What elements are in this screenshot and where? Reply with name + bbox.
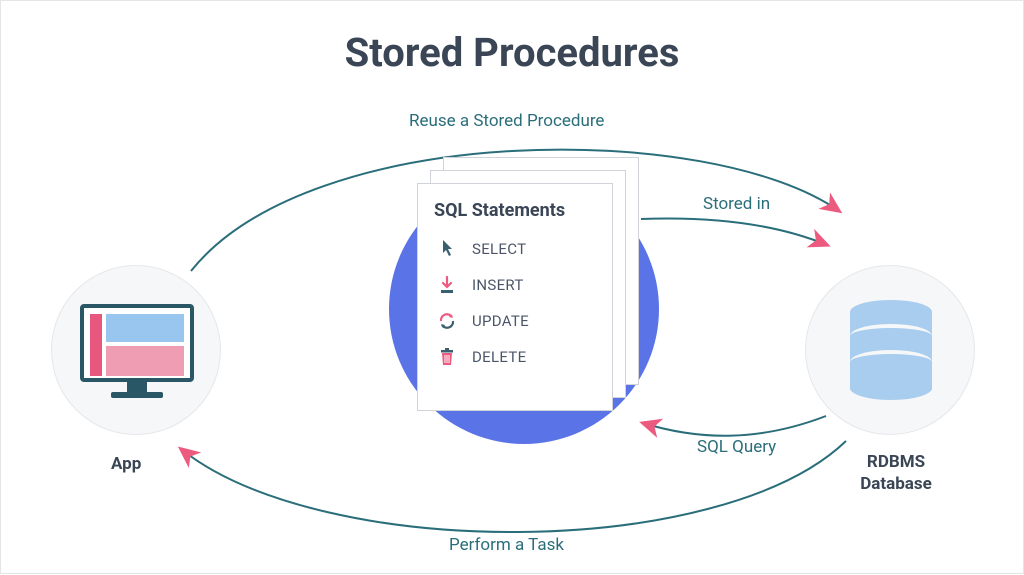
stmt-update: UPDATE [434,303,596,339]
sql-card: SQL Statements SELECT INSERT UPDATE [417,183,613,411]
label-perform-task: Perform a Task [449,535,564,555]
download-icon [436,275,458,295]
stmt-label: UPDATE [472,312,529,330]
app-node [51,265,221,435]
pointer-icon [436,239,458,259]
stmt-insert: INSERT [434,267,596,303]
sql-card-title: SQL Statements [418,184,612,231]
diagram-title: Stored Procedures [1,1,1023,76]
stmt-label: SELECT [472,240,526,258]
stmt-label: INSERT [472,276,524,294]
trash-icon [436,347,458,367]
database-icon [850,300,932,402]
refresh-icon [436,311,458,331]
monitor-icon [80,304,194,398]
stmt-select: SELECT [434,231,596,267]
sql-card-stack: SQL Statements SELECT INSERT UPDATE [417,157,639,411]
database-label: RDBMSDatabase [851,451,941,495]
stmt-delete: DELETE [434,339,596,375]
label-stored-in: Stored in [703,194,770,214]
label-reuse-procedure: Reuse a Stored Procedure [409,111,604,131]
app-label: App [111,453,141,475]
stmt-label: DELETE [472,348,526,366]
database-node [805,265,975,435]
label-sql-query: SQL Query [697,437,776,457]
